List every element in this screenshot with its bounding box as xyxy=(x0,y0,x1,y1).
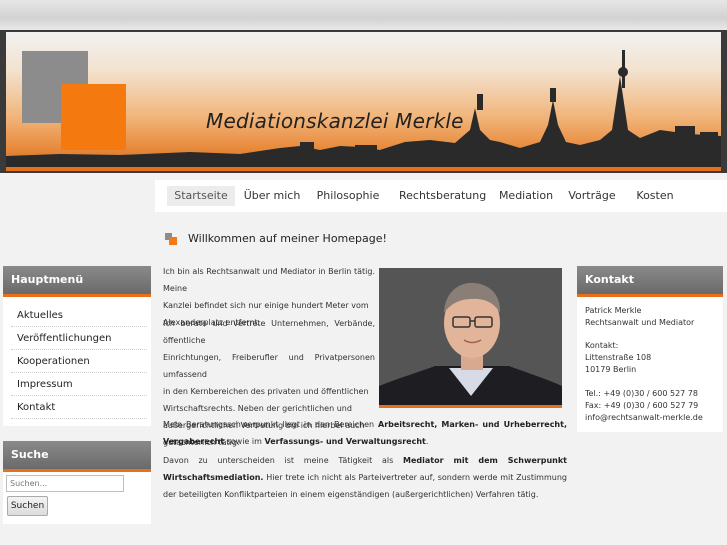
welcome-bullet-icon xyxy=(165,233,177,245)
mediation-paragraph: Davon zu unterscheiden ist meine Tätigke… xyxy=(163,452,567,503)
contact-city: 10179 Berlin xyxy=(585,365,637,374)
contact-name: Patrick Merkle xyxy=(585,306,642,315)
logo-orange-square xyxy=(61,84,126,150)
search-input[interactable] xyxy=(6,475,124,492)
contact-title: Kontakt xyxy=(577,266,723,297)
portrait-photo xyxy=(379,268,562,405)
nav-ueber-mich[interactable]: Über mich xyxy=(243,186,301,206)
nav-rechtsberatung[interactable]: Rechtsberatung xyxy=(399,186,486,206)
contact-role: Rechtsanwalt und Mediator xyxy=(585,318,695,327)
main-menu-box: Hauptmenü Aktuelles Veröffentlichungen K… xyxy=(3,266,151,426)
contact-phone: Tel.: +49 (0)30 / 600 527 78 xyxy=(585,389,698,398)
services-line: in den Kernbereichen des privaten und öf… xyxy=(163,387,369,396)
photo-accent-bar xyxy=(379,405,562,408)
services-line: Einrichtungen, Freiberufler und Privatpe… xyxy=(163,353,375,379)
search-title: Suche xyxy=(3,441,151,472)
main-navigation: Startseite Über mich Philosophie Rechtsb… xyxy=(155,180,727,212)
intro-line: Kanzlei befindet sich nur einige hundert… xyxy=(163,301,369,310)
top-bar xyxy=(0,0,727,30)
nav-philosophie[interactable]: Philosophie xyxy=(315,186,381,206)
site-title: Mediationskanzlei Merkle xyxy=(206,109,464,133)
intro-line: Ich bin als Rechtsanwalt und Mediator in… xyxy=(163,267,375,293)
nav-vortraege[interactable]: Vorträge xyxy=(567,186,617,206)
focus-paragraph: Mein Beratungsschwerpunkt liegt in den B… xyxy=(163,416,567,450)
menu-item-kontakt[interactable]: Kontakt xyxy=(11,397,147,419)
welcome-heading: Willkommen auf meiner Homepage! xyxy=(188,232,387,245)
mediation-text: Davon zu unterscheiden ist meine Tätigke… xyxy=(163,456,404,465)
contact-street: Littenstraße 108 xyxy=(585,353,652,362)
focus-text: Mein Beratungsschwerpunkt liegt in den B… xyxy=(163,420,379,429)
menu-item-aktuelles[interactable]: Aktuelles xyxy=(11,305,147,327)
menu-item-impressum[interactable]: Impressum xyxy=(11,374,147,396)
nav-mediation[interactable]: Mediation xyxy=(498,186,554,206)
services-line: Ich berate und vertrete Unternehmen, Ver… xyxy=(163,319,375,345)
search-button[interactable]: Suchen xyxy=(7,496,48,516)
contact-fax: Fax: +49 (0)30 / 600 527 79 xyxy=(585,401,699,410)
menu-item-veroeffentlichungen[interactable]: Veröffentlichungen xyxy=(11,328,147,350)
nav-kosten[interactable]: Kosten xyxy=(632,186,678,206)
main-menu-title: Hauptmenü xyxy=(3,266,151,297)
skyline-image xyxy=(6,32,721,171)
menu-item-kooperationen[interactable]: Kooperationen xyxy=(11,351,147,373)
focus-text: . xyxy=(425,437,429,446)
contact-email-link[interactable]: info@rechtsanwalt-merkle.de xyxy=(585,412,703,424)
header-banner: Mediationskanzlei Merkle xyxy=(0,30,727,173)
focus-text: sowie im xyxy=(224,437,265,446)
focus-areas-bold: Verfassungs- und Verwaltungsrecht xyxy=(264,437,426,446)
nav-startseite[interactable]: Startseite xyxy=(167,186,235,206)
contact-label: Kontakt: xyxy=(585,341,619,350)
services-line: Wirtschaftsrechts. Neben der gerichtlich… xyxy=(163,404,352,413)
